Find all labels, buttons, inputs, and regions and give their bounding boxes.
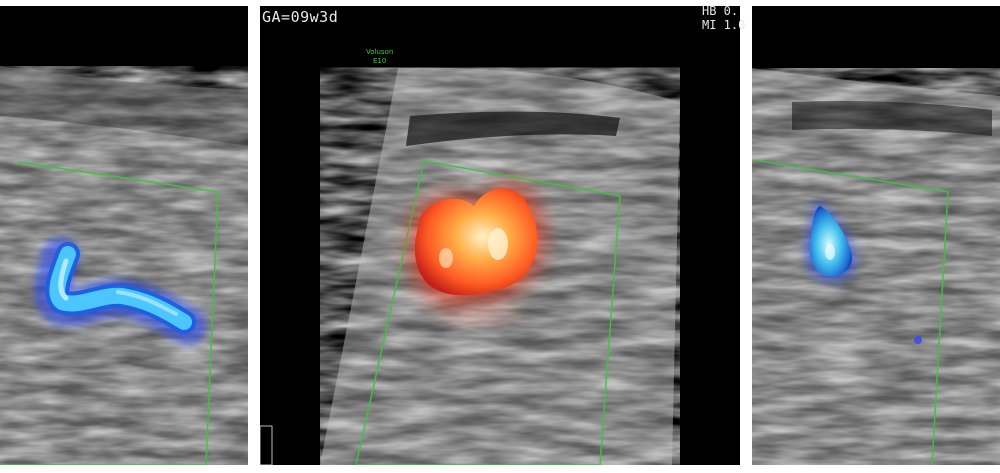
- ultrasound-image-right: [752, 6, 1000, 465]
- small-flow-dot: [914, 336, 922, 344]
- device-brand-label: Voluson E10: [366, 48, 393, 66]
- readout-line-1: HB 0.: [702, 4, 739, 18]
- brand-line-1: Voluson: [366, 48, 394, 56]
- readout-line-2: MI 1.0: [702, 18, 746, 32]
- brand-line-2: E10: [372, 57, 387, 65]
- gestational-age-label: GA=09w3d: [262, 8, 339, 26]
- ultrasound-panel-left: [0, 6, 248, 465]
- ultrasound-image-left: [0, 6, 248, 465]
- ultrasound-panel-right: [752, 6, 1000, 465]
- hb-mi-readout: HB 0. MI 1.0: [702, 4, 745, 32]
- ultrasound-panel-center: GA=09w3d Voluson E10: [260, 6, 740, 465]
- ultrasound-image-center: [260, 6, 740, 465]
